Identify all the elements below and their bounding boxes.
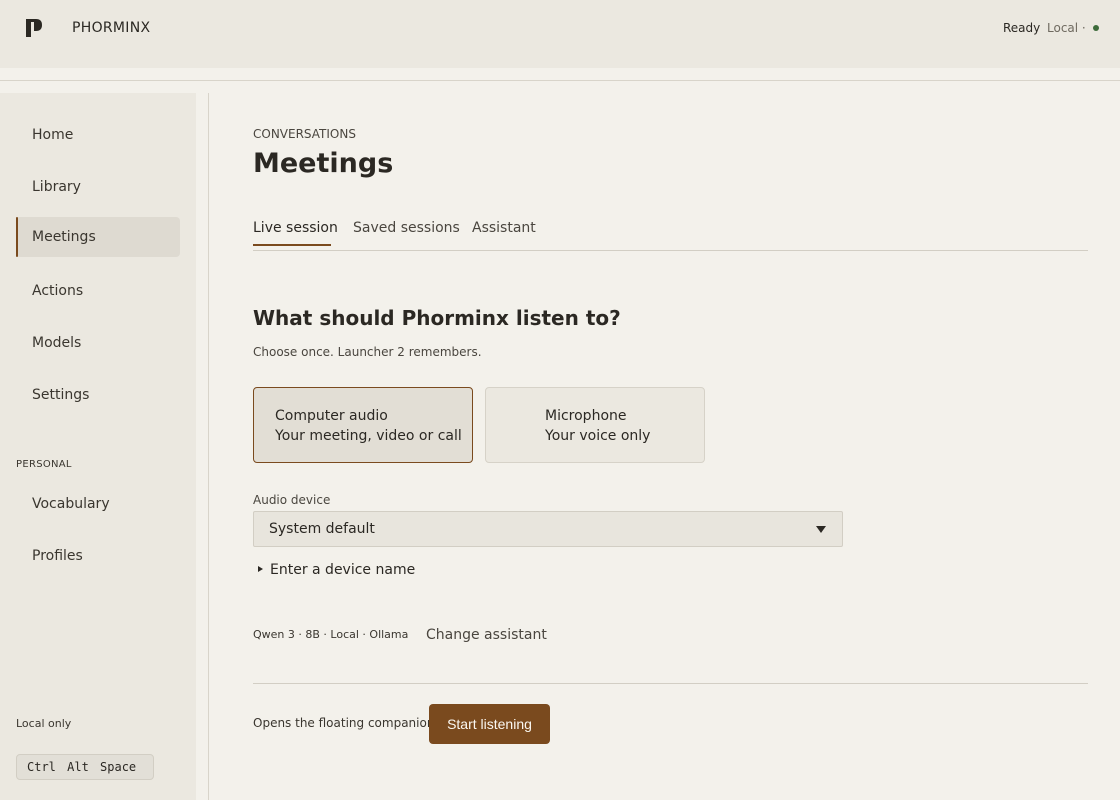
header-divider: [0, 80, 1120, 81]
phorminx-logo-icon: [26, 19, 42, 37]
source-option-microphone[interactable]: Microphone Your voice only: [485, 387, 705, 463]
start-listening-button[interactable]: Start listening: [429, 704, 550, 744]
tab-saved-sessions[interactable]: Saved sessions: [353, 220, 460, 248]
top-bar: PHORMINX Ready Local ·: [0, 0, 1120, 68]
source-option-subtitle: Your voice only: [545, 428, 651, 444]
source-option-title: Microphone: [545, 408, 627, 424]
audio-device-value: System default: [269, 521, 375, 537]
tabs-divider: [253, 250, 1088, 251]
active-tab-indicator: [253, 244, 331, 246]
keyboard-shortcut: Ctrl Alt Space: [16, 754, 154, 780]
status-ready: Ready: [1003, 21, 1041, 35]
section-eyebrow: CONVERSATIONS: [253, 127, 356, 141]
sidebar-item-meetings[interactable]: Meetings: [16, 217, 180, 257]
page-title: Meetings: [253, 148, 394, 179]
sidebar-divider: [208, 93, 209, 800]
audio-device-select[interactable]: System default: [253, 511, 843, 547]
source-hint: Choose once. Launcher 2 remembers.: [253, 345, 482, 359]
sidebar-item-settings[interactable]: Settings: [16, 375, 180, 415]
sidebar-item-profiles[interactable]: Profiles: [16, 536, 180, 576]
tab-assistant[interactable]: Assistant: [472, 220, 536, 248]
footer-divider: [253, 683, 1088, 684]
source-option-subtitle: Your meeting, video or call: [275, 428, 462, 444]
sidebar-item-vocabulary[interactable]: Vocabulary: [16, 484, 180, 524]
disclosure-triangle-icon: [258, 566, 263, 572]
change-assistant-link[interactable]: Change assistant: [426, 627, 547, 643]
sidebar-item-home[interactable]: Home: [16, 115, 180, 155]
chevron-down-icon: [816, 526, 826, 533]
status-dot-icon: [1093, 25, 1099, 31]
sidebar-section-personal: PERSONAL: [16, 459, 72, 470]
local-only-label: Local only: [16, 717, 72, 730]
footer-hint: Opens the floating companion.: [253, 716, 439, 730]
status-local: Local ·: [1047, 21, 1086, 35]
enter-device-name-label: Enter a device name: [270, 562, 416, 578]
sidebar-item-actions[interactable]: Actions: [16, 271, 180, 311]
app-name: PHORMINX: [72, 20, 151, 36]
source-question: What should Phorminx listen to?: [253, 306, 621, 330]
source-option-computer-audio[interactable]: Computer audio Your meeting, video or ca…: [253, 387, 473, 463]
sidebar-item-library[interactable]: Library: [16, 167, 180, 207]
sidebar-item-models[interactable]: Models: [16, 323, 180, 363]
assistant-model-meta: Qwen 3 · 8B · Local · Ollama: [253, 628, 409, 641]
enter-device-name-toggle[interactable]: Enter a device name: [258, 562, 415, 578]
source-option-title: Computer audio: [275, 408, 388, 424]
audio-device-label: Audio device: [253, 493, 331, 507]
